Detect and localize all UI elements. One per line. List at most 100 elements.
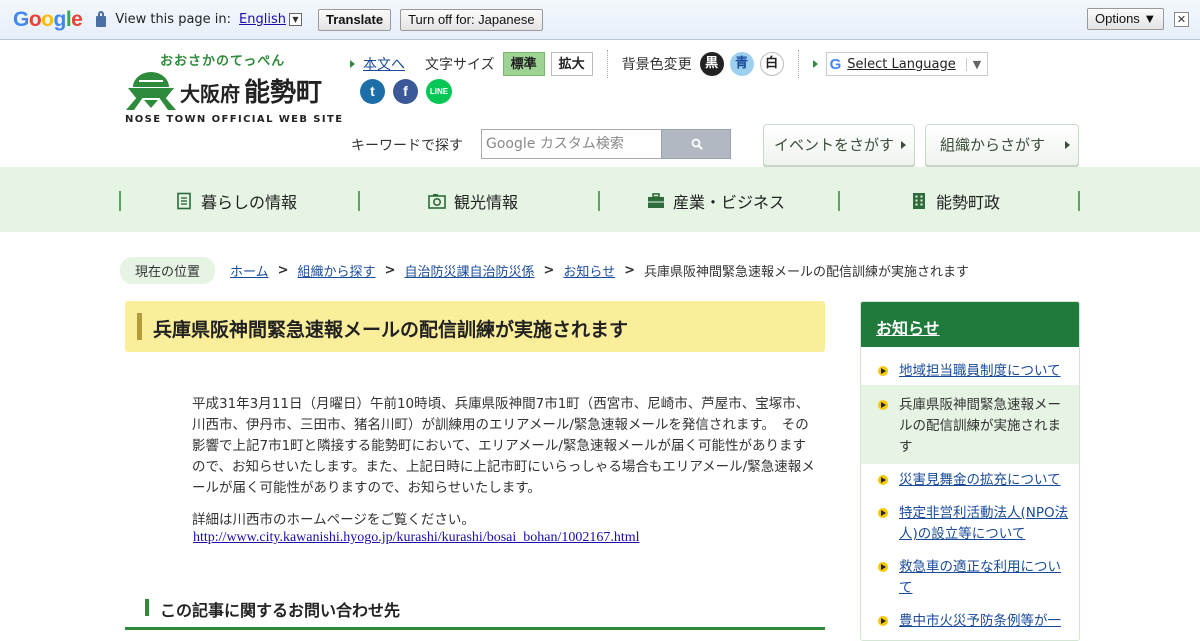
social-links: t f LINE — [360, 79, 460, 104]
logo-prefecture: 大阪府 — [180, 82, 240, 106]
logo-town-name: 能勢町 — [244, 78, 323, 108]
nav-item-town-government[interactable]: 能勢町政 — [910, 191, 1001, 212]
bg-black-button[interactable]: 黒 — [699, 52, 724, 76]
article-detail: 詳細は川西市のホームページをご覧ください。 — [192, 512, 475, 528]
sidebar-item[interactable]: 豊中市火災予防条例等が一 — [861, 611, 1079, 632]
breadcrumb-news-link[interactable]: お知らせ — [563, 261, 615, 280]
find-event-label: イベントをさがす — [774, 136, 895, 154]
utility-bar: 本文へ 文字サイズ 標準 拡大 背景色変更 黒 青 白 G Select Lan… — [350, 50, 989, 78]
contact-heading-text: この記事に関するお問い合わせ先 — [160, 601, 401, 620]
sidebar-news: お知らせ 地域担当職員制度について 兵庫県阪神間緊急速報メールの配信訓練が実施さ… — [860, 301, 1080, 641]
arrow-right-icon — [1065, 141, 1070, 149]
chevron-down-icon: ▼ — [965, 57, 981, 71]
bg-blue-button[interactable]: 青 — [729, 52, 754, 76]
search-input[interactable] — [481, 129, 662, 159]
sidebar-item-link[interactable]: 救急車の適正な利用について — [899, 559, 1061, 596]
translate-language-select[interactable]: English — [239, 12, 286, 27]
line-icon[interactable]: LINE — [426, 79, 452, 104]
sidebar-item-link[interactable]: 地域担当職員制度について — [899, 363, 1061, 379]
font-size-large-button[interactable]: 拡大 — [550, 52, 593, 76]
search-icon — [691, 138, 703, 150]
select-language-dropdown[interactable]: G Select Language ▼ — [825, 52, 989, 76]
nav-divider — [1078, 191, 1080, 211]
translate-button[interactable]: Translate — [317, 8, 392, 31]
page-title-box: 兵庫県阪神間緊急速報メールの配信訓練が実施されます — [125, 301, 825, 352]
logo-tagline: おおさかのてっぺん — [160, 54, 286, 69]
bullet-arrow-icon — [878, 475, 888, 485]
font-size-label: 文字サイズ — [425, 57, 495, 73]
breadcrumb: 現在の位置 ホーム > 組織から探す > 自治防災課自治防災係 > お知らせ >… — [120, 257, 969, 284]
bullet-arrow-icon — [878, 616, 888, 626]
breadcrumb-separator: > — [384, 263, 396, 278]
briefcase-icon — [648, 193, 664, 208]
google-logo: Google — [13, 7, 83, 31]
contact-heading: この記事に関するお問い合わせ先 — [125, 593, 825, 630]
nav-label: 産業・ビジネス — [673, 193, 786, 212]
arrow-right-icon — [350, 60, 355, 68]
sidebar-heading-link[interactable]: お知らせ — [876, 319, 940, 338]
camera-icon — [428, 194, 446, 209]
town-emblem-icon — [126, 72, 176, 110]
arrow-right-icon — [812, 60, 818, 68]
nav-divider — [119, 191, 121, 211]
find-event-button[interactable]: イベントをさがす — [763, 124, 915, 166]
bullet-arrow-icon — [878, 508, 888, 518]
sidebar-item-text: 兵庫県阪神間緊急速報メールの配信訓練が実施されます — [899, 397, 1061, 455]
breadcrumb-home-link[interactable]: ホーム — [230, 261, 269, 280]
site-logo[interactable]: おおさかのてっぺん 大阪府 能勢町 NOSE TOWN OFFICIAL WEB… — [124, 50, 342, 130]
select-language-label: Select Language — [847, 56, 956, 72]
divider — [606, 50, 608, 78]
breadcrumb-separator: > — [624, 263, 636, 278]
sidebar-item-link[interactable]: 災害見舞金の拡充について — [899, 472, 1061, 488]
article-body: 平成31年3月11日（月曜日）午前10時頃、兵庫県阪神間7市1町（西宮市、尼崎市… — [192, 396, 815, 496]
bg-white-button[interactable]: 白 — [759, 52, 784, 76]
nav-divider — [838, 191, 840, 211]
breadcrumb-here-label: 現在の位置 — [120, 257, 216, 284]
lock-icon — [96, 11, 107, 27]
sidebar-heading: お知らせ — [861, 302, 1079, 347]
background-color-label: 背景色変更 — [621, 57, 692, 73]
sidebar-item-current: 兵庫県阪神間緊急速報メールの配信訓練が実施されます — [861, 385, 1079, 464]
nav-item-living[interactable]: 暮らしの情報 — [175, 191, 298, 212]
nav-divider — [598, 191, 600, 211]
search-label: キーワードで探す — [351, 138, 463, 154]
document-list-icon — [177, 192, 191, 210]
divider — [797, 50, 799, 78]
chevron-down-icon[interactable]: ▼ — [288, 13, 302, 26]
skip-to-content-link[interactable]: 本文へ — [363, 54, 405, 74]
breadcrumb-org-link[interactable]: 組織から探す — [298, 261, 376, 280]
nav-item-business[interactable]: 産業・ビジネス — [647, 191, 786, 212]
sidebar-item[interactable]: 災害見舞金の拡充について — [861, 470, 1079, 491]
logo-english: NOSE TOWN OFFICIAL WEB SITE — [125, 114, 344, 125]
search-button[interactable] — [661, 129, 731, 159]
sidebar-item[interactable]: 地域担当職員制度について — [861, 361, 1079, 382]
breadcrumb-current: 兵庫県阪神間緊急速報メールの配信訓練が実施されます — [644, 265, 970, 280]
close-icon[interactable]: ✕ — [1174, 12, 1189, 27]
nav-label: 暮らしの情報 — [201, 193, 298, 212]
global-nav: 暮らしの情報 観光情報 産業・ビジネス 能勢町政 — [0, 167, 1200, 232]
nav-item-tourism[interactable]: 観光情報 — [428, 191, 518, 212]
nav-divider — [358, 191, 360, 211]
translate-options-button[interactable]: Options ▼ — [1087, 8, 1165, 30]
translate-view-text: View this page in: — [115, 12, 232, 27]
bullet-arrow-icon — [878, 400, 888, 410]
sidebar-item[interactable]: 救急車の適正な利用について — [861, 557, 1079, 599]
page-title: 兵庫県阪神間緊急速報メールの配信訓練が実施されます — [153, 319, 629, 341]
breadcrumb-separator: > — [277, 263, 289, 278]
find-by-organization-label: 組織からさがす — [940, 136, 1046, 154]
google-g-icon: G — [829, 55, 842, 73]
turn-off-translate-button[interactable]: Turn off for: Japanese — [400, 8, 543, 31]
breadcrumb-section-link[interactable]: 自治防災課自治防災係 — [404, 261, 534, 280]
sidebar-item-link[interactable]: 特定非営利活動法人(NPO法人)の設立等について — [899, 505, 1068, 542]
kawanishi-link[interactable]: http://www.city.kawanishi.hyogo.jp/kuras… — [193, 530, 640, 546]
sidebar-item[interactable]: 特定非営利活動法人(NPO法人)の設立等について — [861, 503, 1079, 545]
font-size-standard-button[interactable]: 標準 — [502, 52, 545, 76]
breadcrumb-separator: > — [543, 263, 555, 278]
find-by-organization-button[interactable]: 組織からさがす — [925, 124, 1079, 166]
nav-label: 能勢町政 — [936, 193, 1001, 212]
bullet-arrow-icon — [878, 562, 888, 572]
facebook-icon[interactable]: f — [393, 79, 418, 104]
twitter-icon[interactable]: t — [360, 79, 385, 104]
sidebar-item-link[interactable]: 豊中市火災予防条例等が一 — [899, 613, 1061, 629]
arrow-right-icon — [901, 141, 906, 149]
